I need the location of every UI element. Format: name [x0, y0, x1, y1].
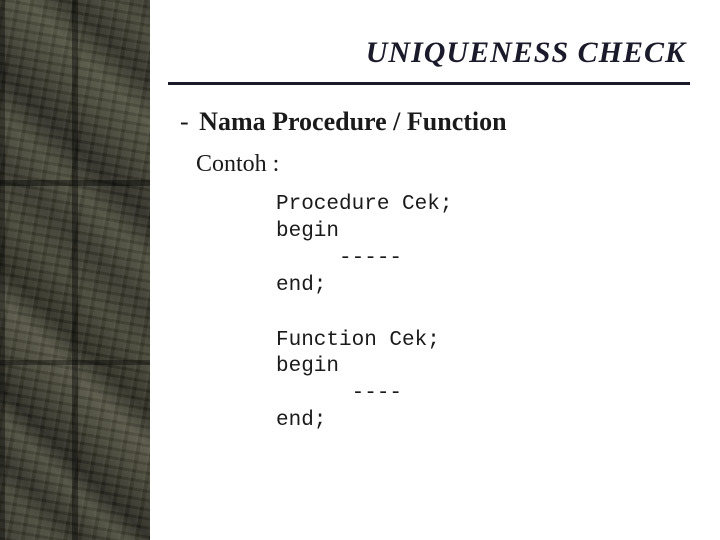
code-block-function: Function Cek; begin ---- end; [276, 328, 690, 436]
slide-title: UNIQUENESS CHECK [168, 36, 690, 82]
subheading: - Nama Procedure / Function [180, 107, 690, 137]
bullet-dash: - [180, 107, 189, 136]
slide-content: UNIQUENESS CHECK - Nama Procedure / Func… [150, 0, 720, 540]
title-underline [168, 82, 690, 85]
subheading-text: Nama Procedure / Function [199, 107, 506, 136]
code-block-procedure: Procedure Cek; begin ----- end; [276, 192, 690, 300]
example-label: Contoh : [196, 151, 690, 178]
stone-texture-sidebar [0, 0, 150, 540]
